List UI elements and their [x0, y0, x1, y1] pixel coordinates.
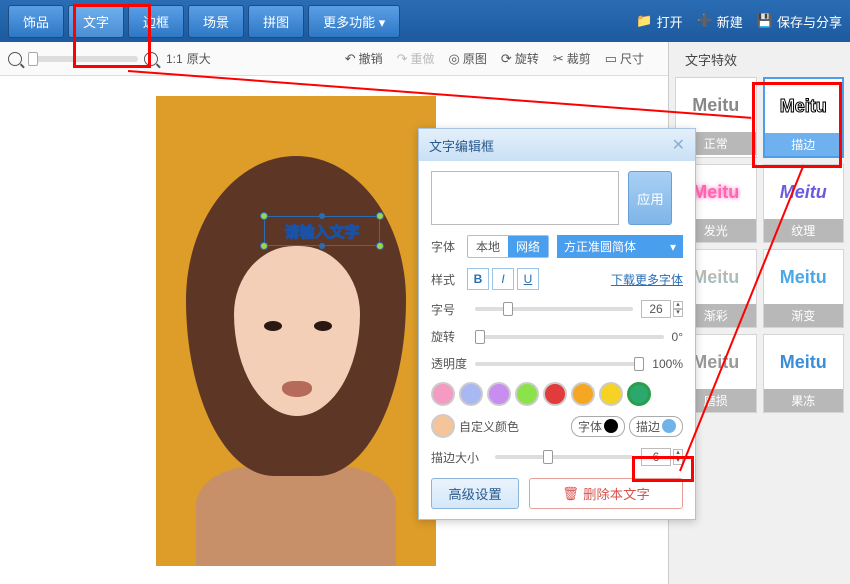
- zoom-out-icon[interactable]: [8, 52, 22, 66]
- opacity-slider[interactable]: [475, 362, 644, 366]
- stroke-color-pill[interactable]: 描边: [629, 416, 683, 437]
- underline-button[interactable]: U: [517, 268, 539, 290]
- tab-collage[interactable]: 拼图: [248, 5, 304, 38]
- save-icon: 💾: [757, 13, 773, 29]
- size-slider[interactable]: [475, 307, 633, 311]
- redo-icon: ↷: [397, 51, 408, 67]
- close-icon[interactable]: ✕: [672, 135, 685, 155]
- color-swatch[interactable]: [543, 382, 567, 406]
- font-select[interactable]: 方正准圆简体▾: [557, 235, 683, 258]
- zoom-original-label[interactable]: 原大: [187, 50, 211, 67]
- delete-text-button[interactable]: 🗑删除本文字: [529, 478, 683, 509]
- effect-preview: Meitu: [765, 79, 843, 133]
- opacity-value: 100%: [652, 357, 683, 371]
- rotate-slider[interactable]: [475, 335, 664, 339]
- color-swatch[interactable]: [627, 382, 651, 406]
- tab-scene[interactable]: 场景: [188, 5, 244, 38]
- effect-label: 纹理: [764, 219, 844, 242]
- zoom-in-icon[interactable]: [144, 52, 158, 66]
- stroke-size-value[interactable]: 6: [641, 448, 671, 466]
- font-label: 字体: [431, 238, 467, 255]
- apply-button[interactable]: 应用: [628, 171, 672, 225]
- rotate-icon: ⟳: [501, 51, 512, 67]
- effect-label: 渐变: [764, 304, 844, 327]
- size-down[interactable]: ▾: [673, 309, 683, 317]
- effect-preview: Meitu: [764, 250, 844, 304]
- font-color-pill[interactable]: 字体: [571, 416, 625, 437]
- style-label: 样式: [431, 271, 467, 288]
- color-swatch[interactable]: [515, 382, 539, 406]
- effect-渐变[interactable]: Meitu渐变: [763, 249, 845, 328]
- size-button[interactable]: ▭尺寸: [605, 50, 644, 67]
- dialog-title-bar[interactable]: 文字编辑框 ✕: [419, 129, 695, 161]
- zoom-slider[interactable]: [28, 56, 138, 62]
- effect-果冻[interactable]: Meitu果冻: [763, 334, 845, 413]
- italic-button[interactable]: I: [492, 268, 514, 290]
- undo-icon: ↶: [345, 51, 356, 67]
- text-placeholder: 请输入文字: [284, 221, 359, 242]
- size-up[interactable]: ▴: [673, 301, 683, 309]
- custom-color-label: 自定义颜色: [459, 418, 519, 435]
- rotate-label: 旋转: [431, 328, 467, 345]
- eye-icon: ◎: [449, 51, 460, 67]
- effect-label: 描边: [765, 133, 843, 156]
- tab-text[interactable]: 文字: [68, 5, 124, 38]
- text-edit-dialog: 文字编辑框 ✕ 应用 字体 本地 网络 方正准圆简体▾ 样式 B I U 下载更…: [418, 128, 696, 520]
- size-label: 字号: [431, 301, 467, 318]
- custom-color-swatch[interactable]: [431, 414, 455, 438]
- dialog-title: 文字编辑框: [429, 136, 494, 155]
- effect-描边[interactable]: Meitu描边: [763, 77, 845, 158]
- crop-icon: ✂: [553, 51, 564, 67]
- size-icon: ▭: [605, 51, 617, 67]
- color-swatch[interactable]: [571, 382, 595, 406]
- effect-纹理[interactable]: Meitu纹理: [763, 164, 845, 243]
- stroke-up[interactable]: ▴: [673, 449, 683, 457]
- photo: [156, 96, 436, 566]
- opacity-label: 透明度: [431, 355, 467, 372]
- download-fonts-link[interactable]: 下载更多字体: [611, 271, 683, 288]
- original-button[interactable]: ◎原图: [449, 50, 487, 67]
- font-local[interactable]: 本地: [468, 236, 508, 257]
- color-swatch[interactable]: [431, 382, 455, 406]
- color-swatch[interactable]: [599, 382, 623, 406]
- save-button[interactable]: 💾保存与分享: [757, 12, 842, 31]
- redo-button[interactable]: ↷重做: [397, 50, 435, 67]
- plus-icon: ➕: [697, 13, 713, 29]
- text-object[interactable]: 请输入文字: [264, 216, 380, 246]
- undo-button[interactable]: ↶撤销: [345, 50, 383, 67]
- effect-preview: Meitu: [764, 335, 844, 389]
- effects-title: 文字特效: [669, 42, 850, 77]
- rotate-value: 0°: [672, 330, 683, 344]
- tab-more[interactable]: 更多功能 ▾: [308, 5, 400, 38]
- font-network[interactable]: 网络: [508, 236, 548, 257]
- zoom-ratio: 1:1: [166, 52, 183, 66]
- chevron-down-icon: ▾: [670, 240, 676, 254]
- stroke-size-slider[interactable]: [495, 455, 633, 459]
- trash-icon: 🗑: [562, 486, 579, 502]
- stroke-down[interactable]: ▾: [673, 457, 683, 465]
- tab-ornament[interactable]: 饰品: [8, 5, 64, 38]
- top-toolbar: 饰品 文字 边框 场景 拼图 更多功能 ▾ 📁打开 ➕新建 💾保存与分享: [0, 0, 850, 42]
- rotate-button[interactable]: ⟳旋转: [501, 50, 539, 67]
- color-swatch[interactable]: [459, 382, 483, 406]
- font-source-toggle[interactable]: 本地 网络: [467, 235, 549, 258]
- color-swatch[interactable]: [487, 382, 511, 406]
- crop-button[interactable]: ✂裁剪: [553, 50, 591, 67]
- bold-button[interactable]: B: [467, 268, 489, 290]
- size-value[interactable]: 26: [641, 300, 671, 318]
- effect-label: 果冻: [764, 389, 844, 412]
- folder-icon: 📁: [636, 13, 652, 29]
- tab-border[interactable]: 边框: [128, 5, 184, 38]
- new-button[interactable]: ➕新建: [697, 12, 743, 31]
- stroke-size-label: 描边大小: [431, 449, 487, 466]
- effect-preview: Meitu: [676, 78, 756, 132]
- open-button[interactable]: 📁打开: [636, 12, 682, 31]
- text-input[interactable]: [431, 171, 619, 225]
- advanced-button[interactable]: 高级设置: [431, 478, 519, 509]
- effect-preview: Meitu: [764, 165, 844, 219]
